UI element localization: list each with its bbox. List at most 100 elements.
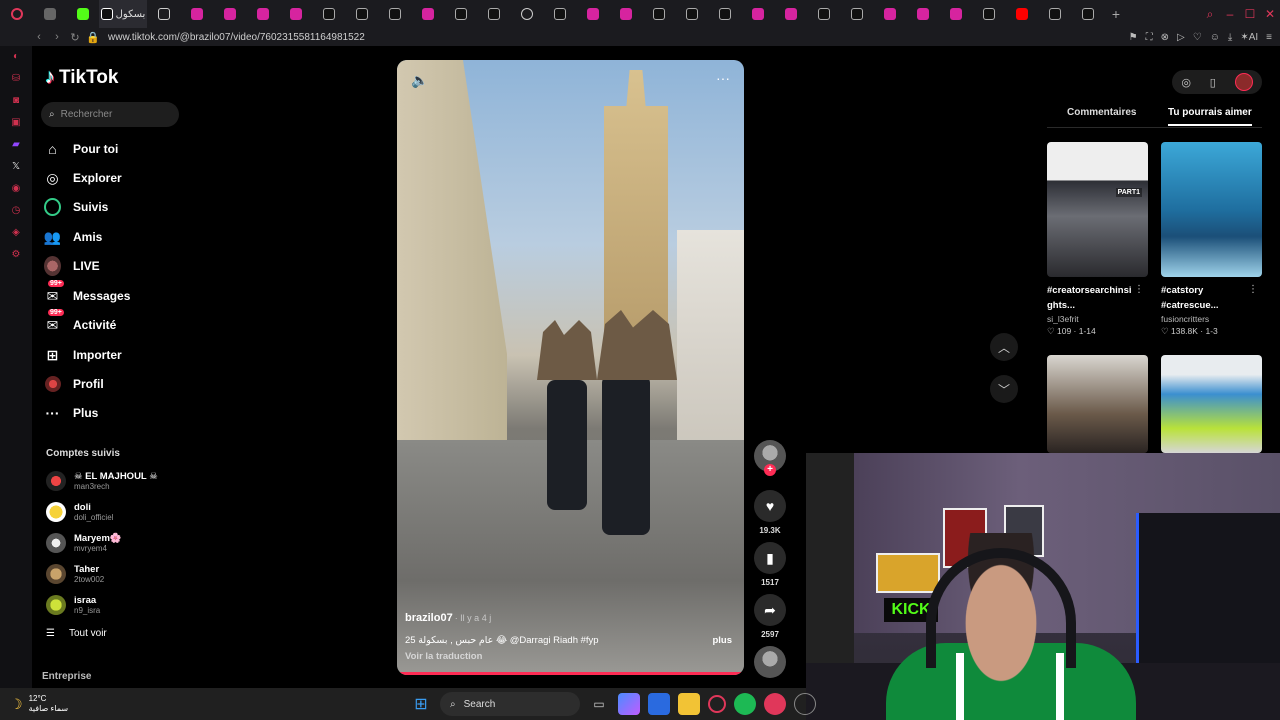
card-more-icon[interactable]: ⋮ (1134, 284, 1144, 295)
nav-messages[interactable]: ✉ 99+ Messages (44, 279, 130, 309)
taskbar-search[interactable]: ⌕ Search (440, 692, 580, 716)
video-player[interactable]: 🔈 ··· brazilo07 · Il y a 4 j 25 عام حبس ,… (397, 60, 744, 675)
tab-instagram[interactable] (609, 0, 642, 28)
tab-tiktok[interactable] (477, 0, 510, 28)
tab-tiktok[interactable] (1071, 0, 1104, 28)
tab-instagram[interactable] (576, 0, 609, 28)
nav-amis[interactable]: 👥 Amis (44, 224, 103, 250)
suggested-video-card[interactable] (1161, 355, 1262, 453)
tab-instagram[interactable] (939, 0, 972, 28)
save-button[interactable]: ▮ 1517 (754, 542, 786, 587)
tab-tiktok[interactable] (675, 0, 708, 28)
device-icon[interactable]: ▯ (1210, 76, 1216, 89)
user-avatar[interactable] (1234, 73, 1253, 91)
see-all-link[interactable]: ☰ Tout voir (46, 628, 107, 639)
tab-instagram[interactable] (180, 0, 213, 28)
followed-account[interactable]: Maryem🌸 mvryem4 (46, 530, 122, 556)
sidebar-music-icon[interactable]: ▣ (0, 112, 32, 134)
share-button[interactable]: ➦ 2597 (754, 594, 786, 639)
bookmark-icon[interactable]: ⚑ (1129, 32, 1138, 43)
heart-icon[interactable]: ♡ (1193, 32, 1202, 43)
search-input[interactable] (60, 109, 161, 120)
tab-tiktok[interactable] (378, 0, 411, 28)
new-tab-icon[interactable]: + (1104, 6, 1128, 22)
tab-tiktok[interactable] (840, 0, 873, 28)
adblock-icon[interactable]: ⊗ (1161, 32, 1169, 43)
followed-account[interactable]: doli doli_officiel (46, 499, 113, 525)
video-progress-bar[interactable] (397, 672, 744, 675)
tab-instagram[interactable] (213, 0, 246, 28)
download-icon[interactable]: ⤓ (1228, 32, 1232, 43)
caption-more-button[interactable]: plus (712, 635, 732, 646)
suggested-video-card[interactable]: #catstory #catrescue... fusioncritters ♡… (1161, 142, 1262, 337)
sidebar-pinboard-icon[interactable]: ◈ (0, 222, 32, 244)
more-options-icon[interactable]: ··· (716, 70, 730, 86)
sidebar-twitch-icon[interactable]: ▰ (0, 134, 32, 156)
url-field[interactable]: www.tiktok.com/@brazilo07/video/76023155… (108, 32, 365, 43)
forward-icon[interactable]: › (48, 31, 66, 43)
nav-profil[interactable]: Profil (44, 371, 104, 397)
account-icon[interactable]: ☺ (1210, 32, 1220, 43)
app-icon[interactable] (764, 693, 786, 715)
search-box[interactable]: ⌕ (41, 102, 179, 127)
weather-widget[interactable]: ☽ 12°C سماء صافية (10, 694, 68, 714)
snapshot-icon[interactable]: ⛶ (1146, 32, 1153, 43)
spotify-icon[interactable] (734, 693, 756, 715)
tab-tiktok[interactable] (708, 0, 741, 28)
tab-tu-pourrais-aimer[interactable]: Tu pourrais aimer (1168, 107, 1252, 126)
ai-icon[interactable]: ✶AI (1240, 32, 1258, 43)
tab-commentaires[interactable]: Commentaires (1067, 107, 1136, 118)
sidebar-messenger-icon[interactable]: ◙ (0, 90, 32, 112)
back-icon[interactable]: ‹ (30, 31, 48, 43)
minimize-icon[interactable]: – (1221, 0, 1239, 28)
opera-icon[interactable] (708, 695, 726, 713)
sidebar-history-icon[interactable]: ◷ (0, 200, 32, 222)
store-icon[interactable] (648, 693, 670, 715)
tiktok-logo[interactable]: ♪ TikTok (45, 66, 118, 89)
tab-instagram[interactable] (279, 0, 312, 28)
tab-tiktok[interactable] (312, 0, 345, 28)
tab-doc[interactable] (147, 0, 180, 28)
tab-instagram[interactable] (906, 0, 939, 28)
like-button[interactable]: ♥ 19.3K (754, 490, 786, 535)
sidebar-ai-icon[interactable]: ◐ (0, 46, 32, 68)
search-tabs-icon[interactable]: ⌕ (1201, 0, 1219, 28)
file-explorer-icon[interactable] (678, 693, 700, 715)
nav-activite[interactable]: ✉ 99+ Activité (44, 308, 116, 338)
video-author[interactable]: brazilo07 · Il y a 4 j (405, 612, 491, 624)
volume-icon[interactable]: 🔈 (411, 72, 428, 89)
close-icon[interactable]: ✕ (1261, 0, 1279, 28)
tab-tiktok[interactable] (1038, 0, 1071, 28)
nav-suivis[interactable]: Suivis (44, 194, 108, 220)
tab-youtube[interactable] (1005, 0, 1038, 28)
footer-entreprise[interactable]: Entreprise (42, 671, 91, 682)
nav-explorer[interactable]: ◎ Explorer (44, 165, 121, 191)
previous-video-button[interactable]: ︿ (990, 333, 1018, 361)
tab-instagram[interactable] (411, 0, 444, 28)
sidebar-x-icon[interactable]: 𝕏 (0, 156, 32, 178)
tab-kick[interactable] (66, 0, 99, 28)
sidebar-settings-icon[interactable]: ⚙ (0, 244, 32, 266)
sound-avatar-button[interactable] (754, 646, 786, 678)
tab-instagram[interactable] (246, 0, 279, 28)
tab-tiktok[interactable] (345, 0, 378, 28)
suggested-video-card[interactable]: PART1 #creatorsearchinsi ghts... si_l3ef… (1047, 142, 1148, 337)
reload-icon[interactable]: ↻ (66, 31, 84, 44)
sidebar-shop-icon[interactable]: ⛁ (0, 68, 32, 90)
tab-instagram[interactable] (873, 0, 906, 28)
suggested-video-card[interactable] (1047, 355, 1148, 453)
tab-tiktok[interactable] (807, 0, 840, 28)
tab-generic[interactable] (33, 0, 66, 28)
opera-menu-icon[interactable] (0, 0, 33, 28)
translate-link[interactable]: Voir la traduction (405, 651, 482, 662)
sidebar-player-icon[interactable]: ◉ (0, 178, 32, 200)
creator-avatar-button[interactable]: + (754, 440, 786, 476)
tab-tiktok[interactable] (642, 0, 675, 28)
tab-threads[interactable] (510, 0, 543, 28)
compass-icon[interactable]: ◎ (1181, 76, 1191, 89)
nav-plus[interactable]: ··· Plus (44, 400, 99, 426)
tab-tiktok[interactable] (972, 0, 1005, 28)
play-icon[interactable]: ▷ (1177, 32, 1185, 43)
nav-pour-toi[interactable]: ⌂ Pour toi (44, 136, 118, 162)
tab-tiktok[interactable] (444, 0, 477, 28)
